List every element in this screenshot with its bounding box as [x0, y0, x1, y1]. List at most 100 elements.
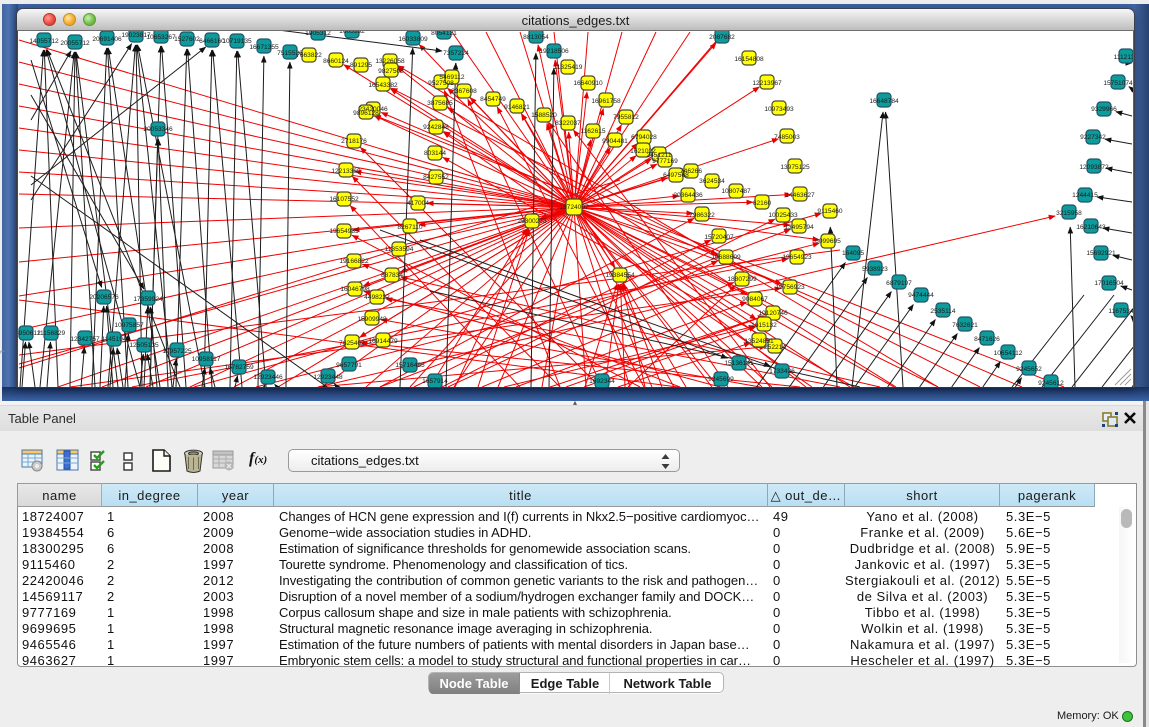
svg-text:3215958: 3215958	[1056, 210, 1082, 217]
svg-text:19218506: 19218506	[539, 48, 569, 55]
svg-text:8054121: 8054121	[431, 31, 457, 37]
svg-text:62160: 62160	[753, 200, 772, 207]
svg-text:25300273: 25300273	[517, 218, 547, 225]
svg-text:7632621: 7632621	[952, 322, 978, 329]
svg-text:9329966: 9329966	[1091, 106, 1117, 113]
svg-text:18724007: 18724007	[559, 204, 589, 211]
svg-text:1167534: 1167534	[1108, 308, 1133, 315]
svg-text:16046798: 16046798	[340, 286, 370, 293]
svg-text:15716485: 15716485	[395, 362, 425, 369]
svg-text:10958117: 10958117	[192, 356, 221, 363]
svg-text:1527602: 1527602	[174, 36, 200, 43]
svg-text:10975857: 10975857	[114, 322, 144, 329]
svg-text:8813054: 8813054	[523, 34, 549, 41]
svg-text:6099695: 6099695	[815, 238, 841, 245]
svg-text:19654923: 19654923	[782, 254, 812, 261]
svg-text:8267110: 8267110	[397, 224, 423, 231]
svg-text:6879197: 6879197	[886, 280, 912, 287]
svg-text:5469112: 5469112	[439, 74, 465, 81]
svg-text:164095: 164095	[842, 250, 864, 257]
svg-text:11156829: 11156829	[37, 330, 66, 337]
svg-text:8427552: 8427552	[423, 174, 449, 181]
svg-text:14463627: 14463627	[785, 192, 815, 199]
svg-text:17016504: 17016504	[1094, 280, 1124, 287]
svg-text:11325419: 11325419	[554, 64, 583, 71]
svg-text:1657914: 1657914	[422, 378, 448, 385]
svg-text:2535114: 2535114	[930, 308, 956, 315]
svg-text:15751074: 15751074	[1103, 80, 1133, 87]
svg-text:13975125: 13975125	[780, 164, 810, 171]
svg-text:9827508: 9827508	[378, 68, 404, 75]
svg-text:10654112: 10654112	[994, 350, 1023, 357]
svg-text:16107552: 16107552	[329, 196, 359, 203]
svg-text:8322037: 8322037	[555, 120, 581, 127]
svg-text:11353594: 11353594	[385, 246, 414, 253]
svg-text:1588520: 1588520	[531, 112, 557, 119]
svg-text:10688609: 10688609	[711, 254, 741, 261]
svg-text:8471626: 8471626	[974, 336, 1000, 343]
svg-text:16914479: 16914479	[368, 338, 398, 345]
svg-text:17957225: 17957225	[162, 348, 192, 355]
svg-text:9146821: 9146821	[504, 104, 530, 111]
svg-text:1692344: 1692344	[589, 378, 615, 385]
svg-text:13226058: 13226058	[375, 58, 405, 65]
svg-text:9227342: 9227342	[1080, 134, 1106, 141]
svg-text:12923448: 12923448	[313, 374, 343, 381]
svg-text:8454749: 8454749	[480, 96, 506, 103]
svg-text:12213967: 12213967	[752, 80, 782, 87]
svg-text:1615132: 1615132	[751, 322, 777, 329]
svg-text:19654985: 19654985	[329, 228, 359, 235]
svg-text:12213369: 12213369	[331, 168, 361, 175]
svg-text:1145194: 1145194	[101, 336, 127, 343]
svg-text:9242848: 9242848	[423, 124, 449, 131]
svg-text:6466160: 6466160	[199, 38, 225, 45]
svg-text:746266: 746266	[680, 168, 702, 175]
svg-text:10653267: 10653267	[146, 34, 176, 41]
svg-text:16648784: 16648784	[869, 98, 899, 105]
svg-text:5938923: 5938923	[862, 266, 888, 273]
svg-text:16961758: 16961758	[591, 98, 621, 105]
svg-text:2367608: 2367608	[451, 88, 477, 95]
svg-text:7625402: 7625402	[339, 340, 365, 347]
svg-text:15909948: 15909948	[357, 316, 387, 323]
svg-text:13950612: 13950612	[18, 330, 41, 337]
svg-text:1905312: 1905312	[305, 31, 331, 37]
svg-text:16671355: 16671355	[249, 44, 279, 51]
svg-text:20206576: 20206576	[89, 294, 119, 301]
svg-text:1112131: 1112131	[1114, 54, 1133, 61]
svg-text:10719135: 10719135	[222, 38, 252, 45]
svg-text:10807487: 10807487	[721, 188, 751, 195]
svg-text:7485003: 7485003	[774, 134, 800, 141]
svg-text:9245612: 9245612	[1038, 380, 1064, 387]
svg-text:1605332: 1605332	[339, 31, 365, 35]
svg-text:6794028: 6794028	[631, 134, 657, 141]
svg-text:17359924: 17359924	[133, 296, 163, 303]
svg-text:2718176: 2718176	[341, 138, 367, 145]
svg-text:16033809: 16033809	[398, 36, 428, 43]
svg-text:3624534: 3624534	[699, 178, 725, 185]
svg-text:9527508: 9527508	[428, 80, 454, 87]
svg-text:7986322: 7986322	[689, 212, 715, 219]
svg-text:16154808: 16154808	[734, 56, 764, 63]
svg-text:9474444: 9474444	[908, 292, 934, 299]
svg-text:14055712: 14055712	[29, 38, 59, 45]
svg-text:18807299: 18807299	[727, 276, 757, 283]
svg-text:9084067: 9084067	[742, 296, 768, 303]
svg-text:803144: 803144	[424, 150, 446, 157]
svg-text:15720407: 15720407	[704, 234, 734, 241]
svg-text:7357224: 7357224	[443, 50, 469, 57]
svg-text:891295: 891295	[350, 62, 372, 69]
svg-text:9115460: 9115460	[817, 208, 843, 215]
svg-text:1162615: 1162615	[580, 128, 606, 135]
svg-text:15136141: 15136141	[724, 360, 754, 367]
svg-text:20691406: 20691406	[92, 36, 122, 43]
svg-text:10025433: 10025433	[768, 212, 798, 219]
svg-text:16782759: 16782759	[224, 364, 254, 371]
svg-text:417004: 417004	[407, 200, 429, 207]
svg-text:1244415: 1244415	[1072, 192, 1098, 199]
svg-text:252214: 252214	[764, 344, 786, 351]
svg-text:887834: 887834	[381, 272, 403, 279]
svg-text:15692921: 15692921	[1086, 250, 1116, 257]
svg-text:7955812: 7955812	[613, 114, 639, 121]
svg-text:13495794: 13495794	[784, 224, 814, 231]
